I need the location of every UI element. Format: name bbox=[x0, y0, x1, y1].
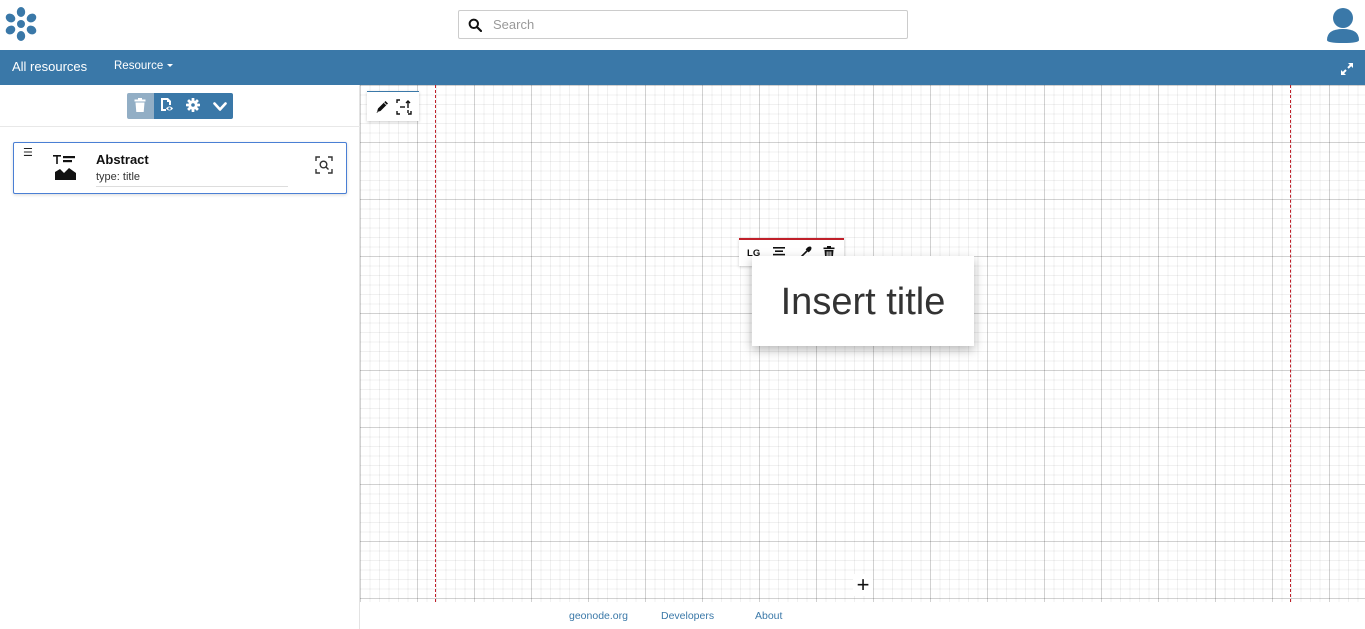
add-section-button[interactable]: + bbox=[853, 574, 873, 596]
chevron-down-icon bbox=[212, 97, 227, 116]
trash-icon bbox=[134, 97, 146, 116]
section-type: type: title bbox=[96, 171, 288, 187]
resource-menu-label: Resource bbox=[114, 60, 164, 72]
title-text[interactable]: Insert title bbox=[752, 281, 974, 324]
expand-icon[interactable] bbox=[1340, 61, 1354, 75]
more-button[interactable] bbox=[206, 93, 233, 119]
canvas-toolbar bbox=[367, 91, 419, 121]
pencil-icon[interactable] bbox=[373, 98, 391, 116]
panel-toolbar bbox=[127, 93, 233, 119]
fit-section-icon[interactable] bbox=[395, 98, 413, 116]
search-input[interactable] bbox=[493, 14, 893, 35]
drag-handle-icon[interactable]: ☰ bbox=[23, 147, 33, 158]
view-resource-button[interactable] bbox=[153, 93, 180, 119]
settings-button[interactable] bbox=[180, 93, 207, 119]
gear-icon bbox=[186, 97, 201, 116]
left-guide-line bbox=[435, 85, 436, 602]
all-resources-link[interactable]: All resources bbox=[12, 59, 87, 74]
top-header bbox=[0, 0, 1365, 50]
search-icon[interactable] bbox=[468, 17, 483, 33]
footer-link-about[interactable]: About bbox=[755, 610, 782, 622]
delete-button[interactable] bbox=[127, 93, 154, 119]
sections-panel: ☰ Abstract type: title bbox=[0, 85, 360, 629]
title-block-icon bbox=[52, 154, 78, 180]
section-card-abstract[interactable]: ☰ Abstract type: title bbox=[13, 142, 347, 194]
footer-link-geonode[interactable]: geonode.org bbox=[569, 610, 628, 622]
right-guide-line bbox=[1290, 85, 1291, 602]
section-title: Abstract bbox=[96, 152, 149, 167]
zoom-to-icon[interactable] bbox=[315, 156, 333, 174]
nav-bar: All resources Resource bbox=[0, 50, 1365, 85]
toolbar-divider bbox=[0, 126, 360, 127]
geonode-logo-icon[interactable] bbox=[3, 5, 39, 43]
title-block[interactable]: Insert title bbox=[752, 256, 974, 346]
story-canvas[interactable]: LG Insert title + bbox=[360, 85, 1365, 602]
user-avatar-icon[interactable] bbox=[1326, 7, 1360, 43]
search-box[interactable] bbox=[458, 10, 908, 39]
footer-link-developers[interactable]: Developers bbox=[661, 610, 714, 622]
view-resource-icon bbox=[159, 97, 174, 116]
footer: geonode.org Developers About bbox=[360, 602, 1365, 629]
resource-menu[interactable]: Resource bbox=[114, 60, 174, 72]
caret-down-icon bbox=[167, 64, 174, 68]
